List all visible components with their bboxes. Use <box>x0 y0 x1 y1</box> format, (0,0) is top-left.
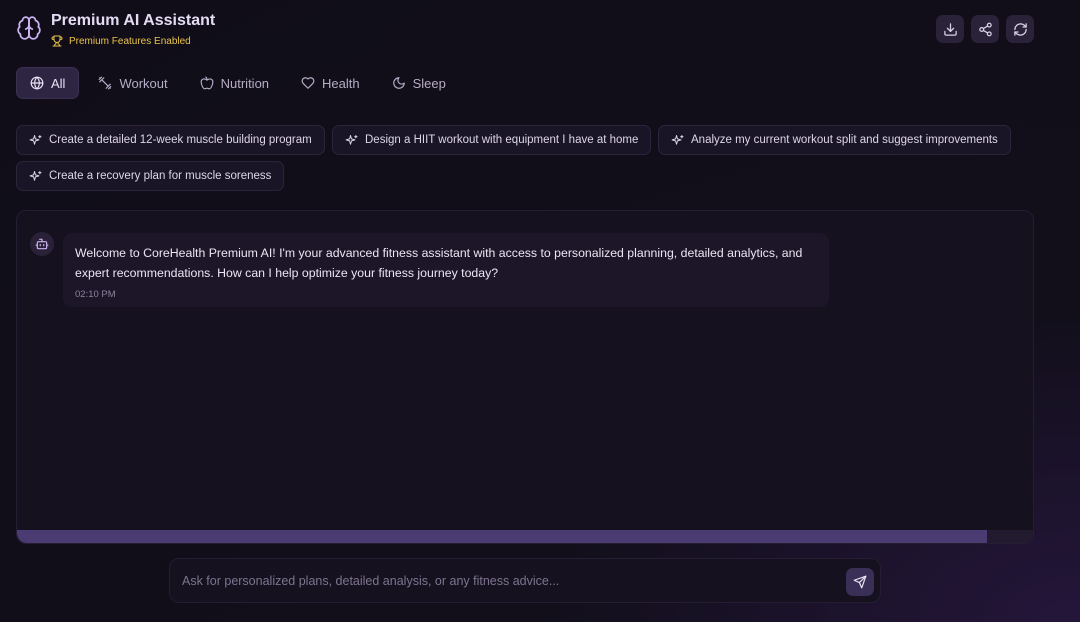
sparkles-icon <box>671 134 684 145</box>
header: Premium AI Assistant Premium Features En… <box>16 10 1034 54</box>
moon-icon <box>392 77 405 89</box>
suggestion-label: Analyze my current workout split and sug… <box>691 134 998 146</box>
bot-message: Welcome to CoreHealth Premium AI! I'm yo… <box>63 233 829 307</box>
heart-icon <box>301 77 315 89</box>
tab-all-label: All <box>51 75 66 91</box>
page-title: Premium AI Assistant <box>51 12 216 29</box>
brain-icon <box>16 15 42 41</box>
globe-icon <box>30 76 44 90</box>
premium-status: Premium Features Enabled <box>51 35 191 47</box>
suggestion-label: Create a recovery plan for muscle sorene… <box>49 170 272 182</box>
tab-nutrition[interactable]: Nutrition <box>187 67 282 99</box>
chat-input[interactable] <box>182 559 832 602</box>
share-button[interactable] <box>971 15 999 43</box>
apple-icon <box>200 76 214 90</box>
send-icon <box>853 575 867 589</box>
sparkles-icon <box>29 134 42 145</box>
suggestion-label: Create a detailed 12-week muscle buildin… <box>49 134 312 146</box>
message-timestamp: 02:10 PM <box>75 289 116 300</box>
refresh-button[interactable] <box>1006 15 1034 43</box>
horizontal-scrollbar[interactable] <box>17 530 1033 543</box>
suggestion-chip[interactable]: Create a recovery plan for muscle sorene… <box>16 161 285 191</box>
tab-sleep[interactable]: Sleep <box>379 67 459 99</box>
download-button[interactable] <box>936 15 964 43</box>
chat-input-container <box>169 558 881 603</box>
bot-avatar <box>30 232 54 256</box>
tab-sleep-label: Sleep <box>412 75 446 91</box>
tab-health-label: Health <box>322 75 360 91</box>
suggestion-chip[interactable]: Design a HIIT workout with equipment I h… <box>332 125 652 155</box>
sparkles-icon <box>29 170 42 181</box>
suggestion-chip[interactable]: Create a detailed 12-week muscle buildin… <box>16 125 325 155</box>
send-button[interactable] <box>846 568 874 596</box>
scrollbar-thumb[interactable] <box>17 530 988 543</box>
bot-icon <box>35 238 49 250</box>
trophy-icon <box>51 35 63 47</box>
category-tabs: All Workout Nutrition Health Sleep <box>16 67 465 99</box>
tab-nutrition-label: Nutrition <box>220 75 270 91</box>
share-icon <box>978 22 992 36</box>
premium-status-label: Premium Features Enabled <box>69 35 191 47</box>
tab-workout-label: Workout <box>119 75 168 91</box>
tab-all[interactable]: All <box>16 67 80 99</box>
sparkles-icon <box>345 134 358 145</box>
suggestion-label: Design a HIIT workout with equipment I h… <box>365 134 639 146</box>
download-icon <box>943 22 957 36</box>
tab-workout[interactable]: Workout <box>85 67 180 99</box>
tab-health[interactable]: Health <box>288 67 373 99</box>
chat-panel[interactable]: Welcome to CoreHealth Premium AI! I'm yo… <box>16 210 1034 544</box>
dumbbell-icon <box>99 76 112 90</box>
message-text: Welcome to CoreHealth Premium AI! I'm yo… <box>75 246 803 280</box>
suggestion-chip[interactable]: Analyze my current workout split and sug… <box>658 125 1011 155</box>
refresh-icon <box>1013 22 1027 36</box>
